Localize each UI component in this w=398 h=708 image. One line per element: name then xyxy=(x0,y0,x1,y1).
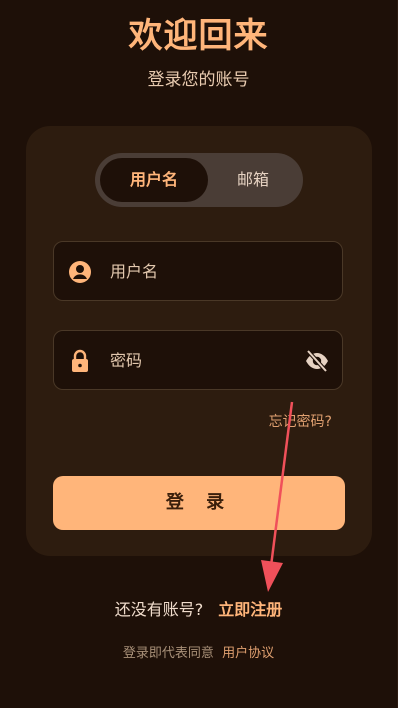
lock-icon xyxy=(72,349,88,372)
login-button[interactable]: 登 录 xyxy=(53,476,345,530)
user-circle-icon xyxy=(69,261,91,283)
page-title: 欢迎回来 xyxy=(128,16,269,56)
forgot-password-link[interactable]: 忘记密码? xyxy=(269,411,332,431)
register-row: 还没有账号? 立即注册 xyxy=(0,596,397,620)
tab-email[interactable]: 邮箱 xyxy=(208,158,298,202)
page-subtitle: 登录您的账号 xyxy=(147,70,250,90)
register-prompt: 还没有账号? xyxy=(114,600,204,619)
password-input[interactable] xyxy=(110,331,290,389)
eye-off-icon[interactable] xyxy=(304,348,330,374)
terms-prefix: 登录即代表同意 xyxy=(122,646,214,661)
terms-row: 登录即代表同意 用户协议 xyxy=(0,642,397,661)
login-card: 用户名 邮箱 忘记密码? xyxy=(26,126,372,556)
tab-username[interactable]: 用户名 xyxy=(100,158,208,202)
password-field[interactable] xyxy=(53,330,343,390)
login-page: 欢迎回来 登录您的账号 用户名 邮箱 用户名 忘记密码? 登 录 还没有账号? … xyxy=(0,0,398,708)
register-link[interactable]: 立即注册 xyxy=(218,600,282,619)
username-field[interactable] xyxy=(53,241,343,301)
username-input[interactable] xyxy=(110,242,290,300)
login-method-tabs: 用户名 邮箱 xyxy=(95,153,303,207)
terms-link[interactable]: 用户协议 xyxy=(222,646,274,661)
